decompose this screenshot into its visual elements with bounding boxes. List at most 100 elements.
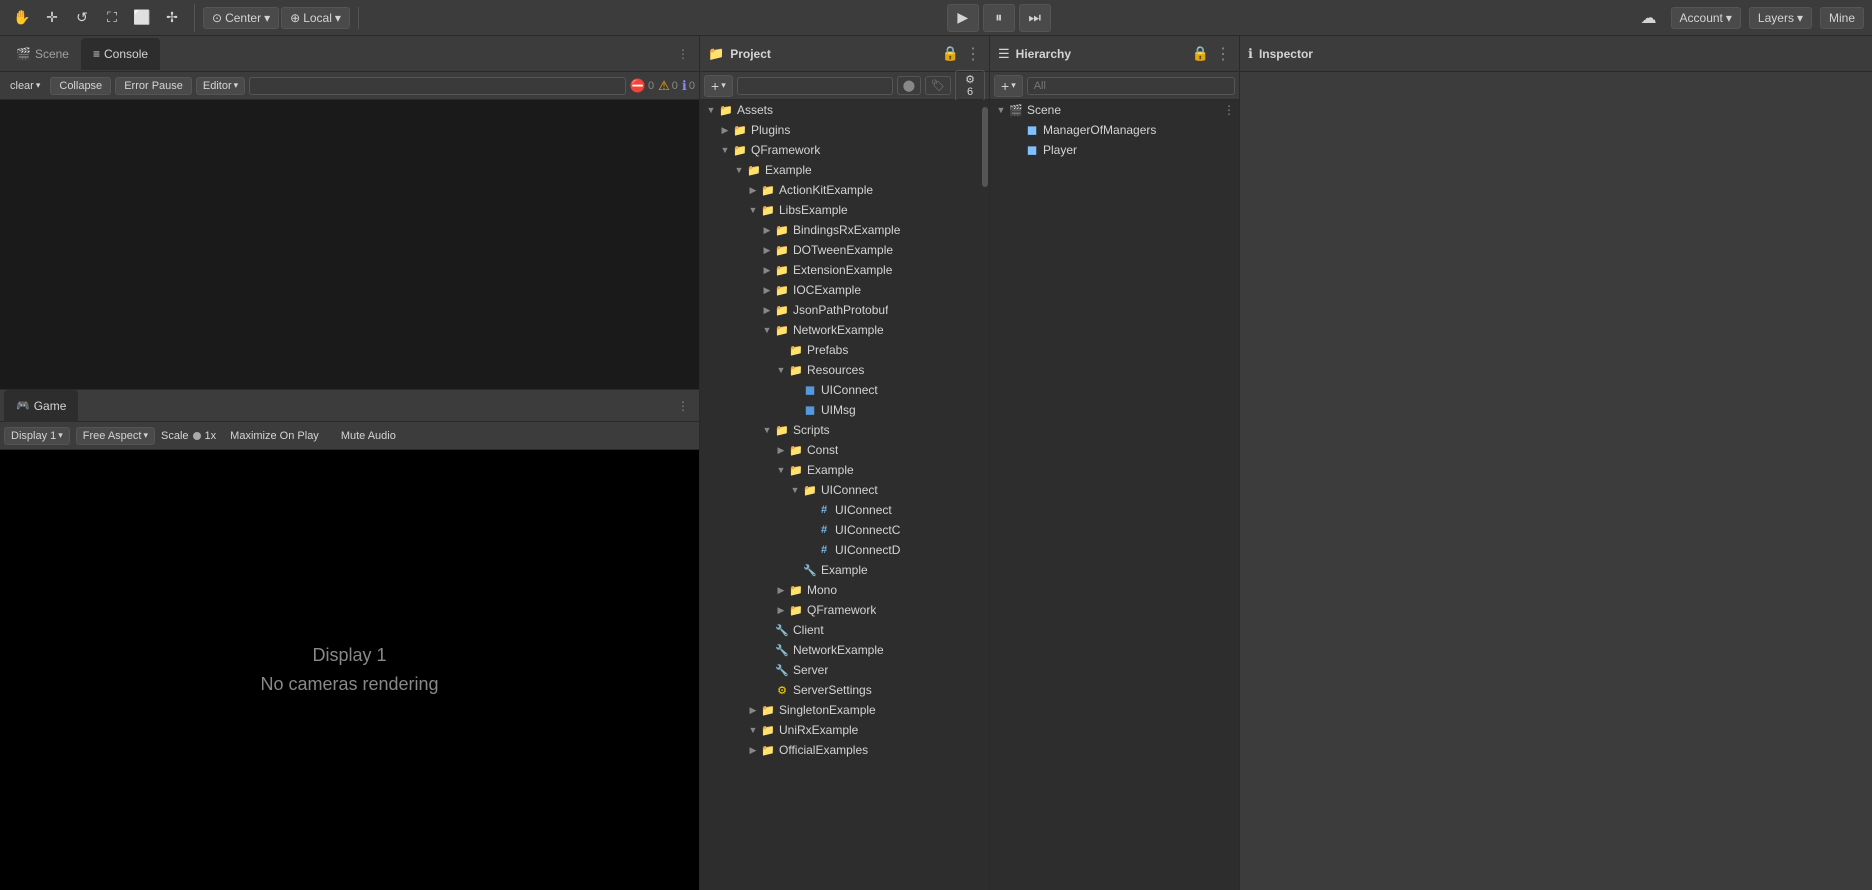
tab-console[interactable]: ≡ Console [81,38,160,70]
tree-icon-actionkitexample: 📁 [760,182,776,198]
project-search-input[interactable] [737,77,893,95]
tree-item-uiconnect[interactable]: ◼UIConnect [700,380,981,400]
scene-console-tabs: 🎬 Scene ≡ Console ⋮ [0,36,699,72]
rect-tool-button[interactable]: ⬜ [128,4,156,32]
project-menu-button[interactable]: ⋮ [965,44,981,64]
console-search-input[interactable] [249,77,626,95]
hier-scene-menu[interactable]: ⋮ [1223,103,1235,117]
collapse-button[interactable]: Collapse [50,77,111,95]
play-button[interactable]: ▶ [947,4,979,32]
tree-item-dotweenexample[interactable]: ▶📁DOTweenExample [700,240,981,260]
project-panel-icon: 📁 [708,46,724,62]
project-tree: ▼📁Assets▶📁Plugins▼📁QFramework▼📁Example▶📁… [700,100,989,890]
top-toolbar: ✋ ✛ ↺ ⛶ ⬜ ✢ ⊙ Center ▾ ⊕ Local ▾ ▶ ⏸ ⏭ ☁… [0,0,1872,36]
tree-item-const[interactable]: ▶📁Const [700,440,981,460]
tree-item-plugins[interactable]: ▶📁Plugins [700,120,981,140]
transform-tools-group: ✋ ✛ ↺ ⛶ ⬜ ✢ [8,4,195,32]
tree-item-networkexample[interactable]: ▼📁NetworkExample [700,320,981,340]
project-panel: 📁 Project 🔒 ⋮ + ▾ ⬤ 🏷 ⚙ 6 ▼📁Assets▶📁Plug… [700,36,990,890]
project-lock-button[interactable]: 🔒 [942,45,959,62]
tree-arrow-example2: ▼ [774,465,788,475]
hierarchy-lock-button[interactable]: 🔒 [1192,45,1209,62]
project-filter-button2[interactable]: 🏷 [925,76,951,95]
local-button[interactable]: ⊕ Local ▾ [281,7,350,29]
tree-label-mono: Mono [807,583,837,597]
scale-label: Scale [161,430,189,442]
step-button[interactable]: ⏭ [1019,4,1051,32]
pivot-button[interactable]: ⊙ Center ▾ [203,7,279,29]
hier-item-scene[interactable]: ▼🎬Scene⋮ [990,100,1239,120]
tree-item-client[interactable]: 🔧Client [700,620,981,640]
tree-item-example2[interactable]: ▼📁Example [700,460,981,480]
tree-label-uiconnect2: UIConnect [821,483,878,497]
project-filter-count[interactable]: ⚙ 6 [955,70,985,101]
layers-button[interactable]: Layers ▾ [1749,7,1812,29]
local-arrow: ▾ [335,11,341,25]
scale-slider-dot[interactable] [193,432,201,440]
tree-item-networkexample2[interactable]: 🔧NetworkExample [700,640,981,660]
console-toolbar: clear ▾ Collapse Error Pause Editor ▾ ⛔ … [0,72,699,100]
hierarchy-search-input[interactable] [1027,77,1235,95]
display-dropdown[interactable]: Display 1 ▾ [4,427,70,445]
tree-icon-unirxexample: 📁 [760,722,776,738]
error-pause-button[interactable]: Error Pause [115,77,192,95]
tree-item-actionkitexample[interactable]: ▶📁ActionKitExample [700,180,981,200]
tree-item-scripts[interactable]: ▼📁Scripts [700,420,981,440]
tree-item-qframework2[interactable]: ▶📁QFramework [700,600,981,620]
tree-item-prefabs[interactable]: 📁Prefabs [700,340,981,360]
project-scrollbar[interactable] [981,100,989,890]
tree-item-unirxexample[interactable]: ▼📁UniRxExample [700,720,981,740]
tree-item-jsonpathprotobuf[interactable]: ▶📁JsonPathProtobuf [700,300,981,320]
tree-label-example2: Example [807,463,854,477]
tree-item-mono[interactable]: ▶📁Mono [700,580,981,600]
tree-item-uiconnect2[interactable]: ▼📁UIConnect [700,480,981,500]
hierarchy-menu-button[interactable]: ⋮ [1215,44,1231,64]
mute-audio-button[interactable]: Mute Audio [333,428,404,444]
tree-item-resources[interactable]: ▼📁Resources [700,360,981,380]
rotate-tool-button[interactable]: ↺ [68,4,96,32]
project-scrollbar-thumb[interactable] [982,107,988,187]
tree-item-serversettings[interactable]: ⚙ServerSettings [700,680,981,700]
hier-item-player[interactable]: ◼Player [990,140,1239,160]
tree-item-bindingsrxexample[interactable]: ▶📁BindingsRxExample [700,220,981,240]
hierarchy-add-button[interactable]: + ▾ [994,75,1023,97]
tree-arrow-extensionexample: ▶ [760,265,774,276]
tree-item-extensionexample[interactable]: ▶📁ExtensionExample [700,260,981,280]
tree-arrow-unirxexample: ▼ [746,725,760,735]
editor-dropdown[interactable]: Editor ▾ [196,77,245,95]
tree-item-uiconnectc_cs[interactable]: #UIConnectC [700,520,981,540]
account-button[interactable]: Account ▾ [1671,7,1741,29]
project-add-button[interactable]: + ▾ [704,75,733,97]
inspector-content [1240,72,1872,890]
tree-item-server[interactable]: 🔧Server [700,660,981,680]
panel-menu-button[interactable]: ⋮ [671,47,695,61]
tab-game[interactable]: 🎮 Game [4,390,78,422]
aspect-dropdown[interactable]: Free Aspect ▾ [76,427,155,445]
tree-item-assets[interactable]: ▼📁Assets [700,100,981,120]
warning-count: 0 [672,80,678,92]
tree-item-uiconnect_cs[interactable]: #UIConnect [700,500,981,520]
tree-item-iocexample[interactable]: ▶📁IOCExample [700,280,981,300]
tree-item-example[interactable]: ▼📁Example [700,160,981,180]
tree-item-uimsg[interactable]: ◼UIMsg [700,400,981,420]
cloud-button[interactable]: ☁ [1635,4,1663,32]
hier-icon-managerofmanagers: ◼ [1024,122,1040,138]
project-filter-button1[interactable]: ⬤ [897,76,921,95]
tree-item-officialexamples[interactable]: ▶📁OfficialExamples [700,740,981,760]
mine-button[interactable]: Mine [1820,7,1864,29]
move-tool-button[interactable]: ✛ [38,4,66,32]
tab-scene[interactable]: 🎬 Scene [4,38,81,70]
maximize-on-play-button[interactable]: Maximize On Play [222,428,327,444]
tree-item-qframework[interactable]: ▼📁QFramework [700,140,981,160]
tree-item-example3[interactable]: 🔧Example [700,560,981,580]
combined-tool-button[interactable]: ✢ [158,4,186,32]
pause-button[interactable]: ⏸ [983,4,1015,32]
tree-item-singletonexample[interactable]: ▶📁SingletonExample [700,700,981,720]
scale-tool-button[interactable]: ⛶ [98,4,126,32]
clear-button[interactable]: clear ▾ [4,78,46,94]
game-panel-menu-button[interactable]: ⋮ [671,399,695,413]
tree-item-uiconnectd_cs[interactable]: #UIConnectD [700,540,981,560]
hier-item-managerofmanagers[interactable]: ◼ManagerOfManagers [990,120,1239,140]
hand-tool-button[interactable]: ✋ [8,4,36,32]
tree-item-libsexample[interactable]: ▼📁LibsExample [700,200,981,220]
